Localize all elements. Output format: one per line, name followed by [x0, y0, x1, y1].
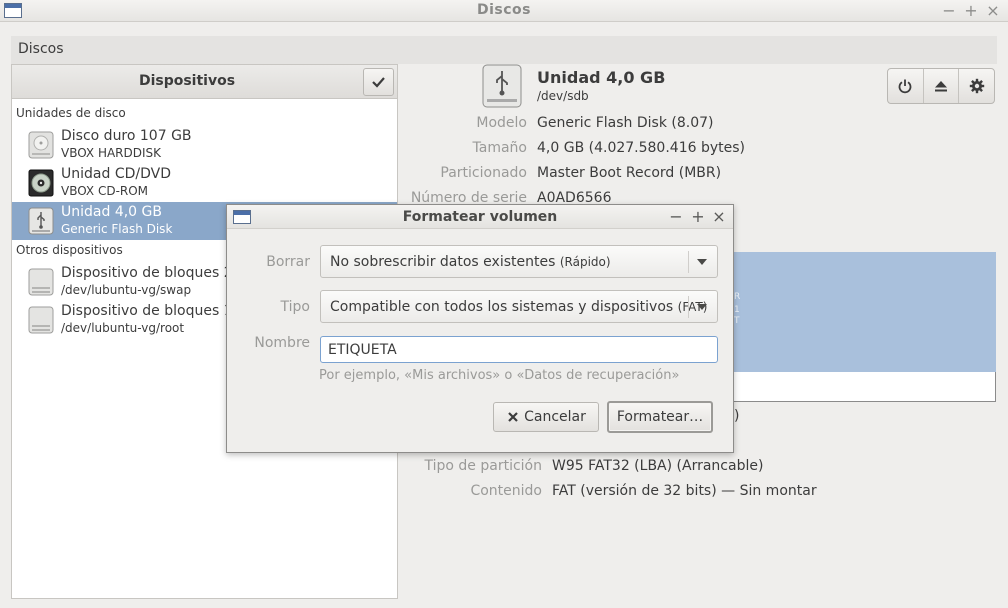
power-off-button[interactable] [888, 69, 924, 103]
property-value-partitioning: Master Boot Record (MBR) [537, 165, 722, 181]
property-value-model: Generic Flash Disk (8.07) [537, 115, 714, 131]
type-select-value: Compatible con todos los sistemas y disp… [330, 299, 708, 315]
device-item-optical-drive[interactable]: Unidad CD/DVD VBOX CD-ROM [12, 164, 397, 202]
dialog-title: Formatear volumen [402, 209, 558, 225]
device-subtitle: VBOX HARDDISK [61, 146, 162, 160]
close-icon [508, 412, 518, 422]
property-label-model: Modelo [476, 115, 527, 131]
volume-name-hint: Por ejemplo, «Mis archivos» o «Datos de … [319, 368, 680, 383]
volume-label-fragment: T [734, 316, 740, 326]
erase-label: Borrar [266, 254, 310, 270]
cancel-button[interactable]: Cancelar [493, 402, 599, 432]
name-label: Nombre [254, 335, 310, 351]
volume-label-fragment: R [734, 292, 741, 302]
device-subtitle: VBOX CD-ROM [61, 184, 149, 198]
dialog-close-button[interactable]: × [710, 207, 728, 226]
format-volume-dialog: Formatear volumen − + × Borrar No sobres… [226, 204, 734, 453]
volume-size-fragment: ) [734, 408, 740, 424]
check-icon [372, 77, 385, 88]
volume-label-fragment: 1 [734, 305, 740, 315]
usb-drive-icon [28, 207, 54, 235]
hard-disk-icon [28, 131, 54, 159]
window-titlebar: Discos − + × [0, 0, 1008, 22]
property-label-size: Tamaño [472, 140, 527, 156]
section-label-disk-drives: Unidades de disco [16, 106, 126, 120]
drive-options-button[interactable] [959, 69, 994, 103]
cancel-button-label: Cancelar [524, 409, 586, 425]
eject-button[interactable] [924, 69, 960, 103]
drive-toolbar [887, 68, 995, 104]
chevron-down-icon [697, 259, 707, 265]
combo-separator [688, 296, 689, 318]
block-device-icon [28, 306, 54, 334]
type-label: Tipo [280, 299, 310, 315]
property-label-partition-type: Tipo de partición [424, 458, 543, 474]
chevron-down-icon [697, 304, 707, 310]
dialog-titlebar: Formatear volumen − + × [227, 205, 733, 229]
select-mode-button[interactable] [363, 68, 394, 96]
device-subtitle: /dev/lubuntu-vg/swap [61, 283, 192, 297]
device-subtitle: Generic Flash Disk [61, 222, 173, 236]
format-button[interactable]: Formatear… [607, 401, 713, 433]
gear-icon [969, 78, 984, 94]
volume-name-input[interactable] [320, 336, 718, 363]
property-value-size: 4,0 GB (4.027.580.416 bytes) [537, 140, 745, 156]
property-label-partitioning: Particionado [440, 165, 527, 181]
app-header-label: Discos [18, 41, 64, 57]
property-value-partition-type: W95 FAT32 (LBA) (Arrancable) [552, 458, 764, 474]
device-name: Dispositivo de bloques 2 [61, 265, 233, 281]
section-label-other-devices: Otros dispositivos [16, 243, 123, 257]
maximize-button[interactable]: + [962, 1, 980, 20]
format-button-label: Formatear… [616, 409, 704, 425]
power-icon [898, 79, 912, 94]
devices-title: Dispositivos [138, 73, 236, 89]
device-item-hard-disk[interactable]: Disco duro 107 GB VBOX HARDDISK [12, 126, 397, 164]
device-name: Unidad 4,0 GB [61, 204, 162, 220]
optical-disc-icon [28, 169, 54, 197]
drive-title: Unidad 4,0 GB [537, 68, 666, 87]
dialog-minimize-button[interactable]: − [667, 207, 685, 226]
device-name: Unidad CD/DVD [61, 166, 171, 182]
erase-select-value: No sobrescribir datos existentes (Rápido… [330, 254, 611, 270]
dialog-maximize-button[interactable]: + [689, 207, 707, 226]
block-device-icon [28, 268, 54, 296]
partition-map-frame [733, 372, 996, 402]
minimize-button[interactable]: − [940, 1, 958, 20]
window-title: Discos [476, 2, 531, 18]
erase-select[interactable]: No sobrescribir datos existentes (Rápido… [320, 245, 718, 278]
combo-separator [688, 251, 689, 273]
device-name: Dispositivo de bloques 1 [61, 303, 233, 319]
partition-volume-block[interactable] [733, 252, 996, 372]
property-label-contents: Contenido [470, 483, 542, 499]
devices-header: Dispositivos [12, 65, 397, 99]
property-value-contents: FAT (versión de 32 bits) — Sin montar [552, 483, 817, 499]
usb-drive-icon [482, 64, 522, 108]
drive-path: /dev/sdb [537, 89, 589, 103]
close-button[interactable]: × [984, 1, 1002, 20]
app-header: Discos [11, 36, 997, 64]
eject-icon [935, 81, 947, 92]
device-name: Disco duro 107 GB [61, 128, 192, 144]
filesystem-type-select[interactable]: Compatible con todos los sistemas y disp… [320, 290, 718, 323]
device-subtitle: /dev/lubuntu-vg/root [61, 321, 185, 335]
